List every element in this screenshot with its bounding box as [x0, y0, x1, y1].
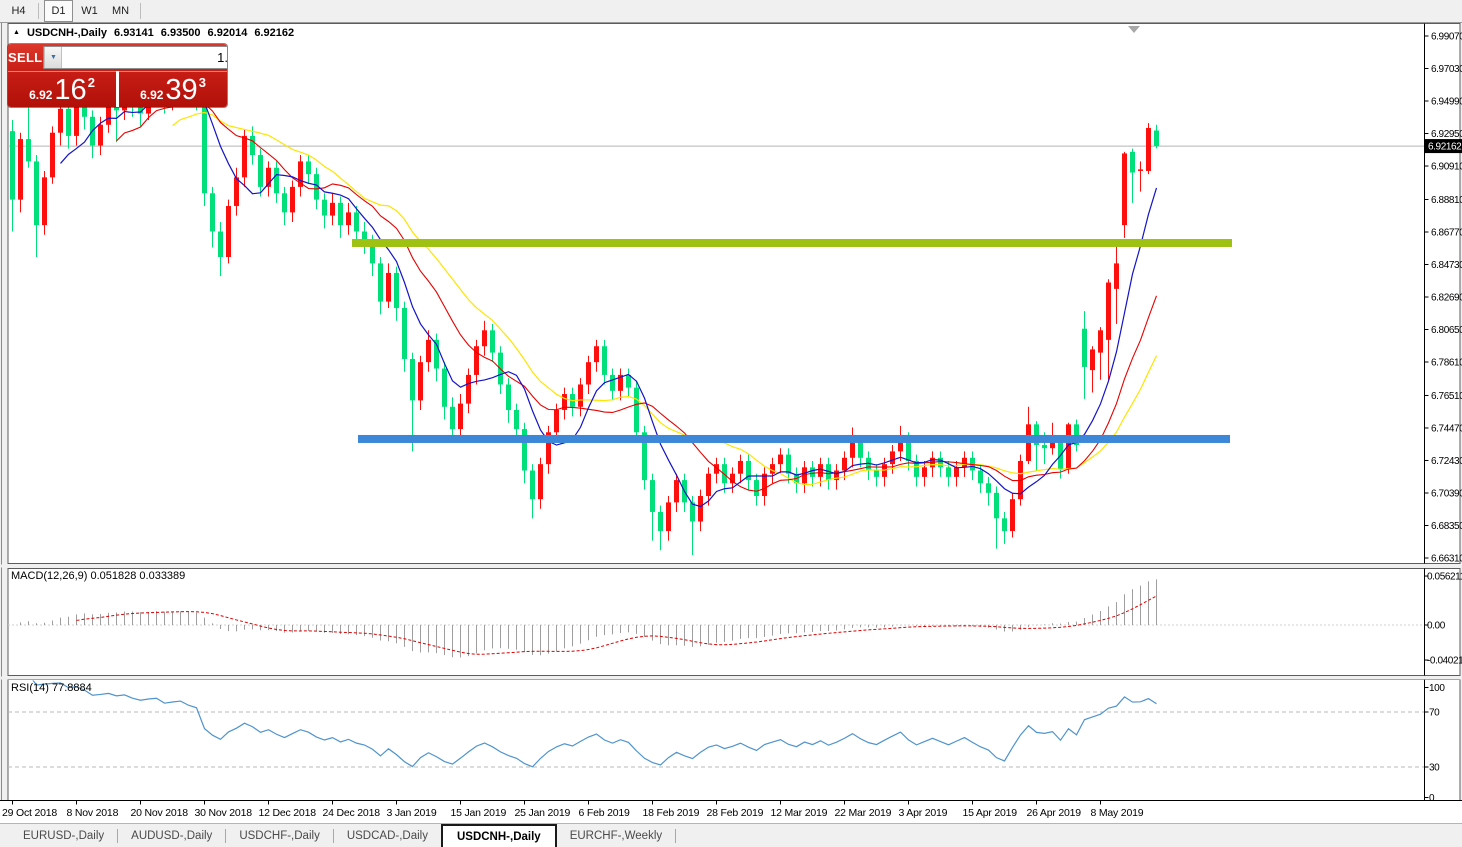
rsi-panel[interactable]: [7, 679, 1461, 801]
price-axis-label: 6.80650: [1431, 325, 1462, 336]
price-axis-label: 6.70390: [1431, 488, 1462, 499]
price-axis-label: 6.78610: [1431, 358, 1462, 369]
tab-usdchf-daily[interactable]: USDCHF-,Daily: [226, 824, 333, 847]
buy-price-button[interactable]: 6.92 39 3: [119, 71, 227, 107]
date-axis-label: 24 Dec 2018: [323, 807, 381, 819]
timeframe-toolbar: H4 D1 W1 MN: [0, 0, 1462, 23]
price-axis-label: 6.66310: [1431, 553, 1462, 564]
volume-input[interactable]: [62, 47, 227, 68]
price-axis-label: 6.97030: [1431, 64, 1462, 75]
ask-price-digits: 39: [165, 73, 198, 106]
panel-splitter-rsi[interactable]: [0, 676, 1462, 680]
date-axis-label: 3 Apr 2019: [899, 807, 948, 819]
volume-decrease-button[interactable]: ▼: [44, 47, 63, 68]
date-axis-label: 29 Oct 2018: [2, 807, 57, 819]
chart-canvas[interactable]: 6.99070 6.97030 6.94990 6.92950 6.90910 6.888…: [0, 23, 1462, 823]
sell-price-button[interactable]: 6.92 16 2: [8, 71, 116, 107]
rsi-axis-label: 30: [1429, 763, 1440, 774]
price-axis-label: 6.74470: [1431, 423, 1462, 434]
ohlc-open: 6.93141: [114, 27, 154, 39]
chart-tab-bar: EURUSD-,Daily AUDUSD-,Daily USDCHF-,Daily U…: [0, 823, 1462, 847]
date-axis-label: 6 Feb 2019: [579, 807, 630, 819]
price-axis-label: 6.76510: [1431, 391, 1462, 402]
toolbar-separator: [38, 3, 39, 19]
price-axis-label: 6.84730: [1431, 260, 1462, 271]
date-axis-label: 8 Nov 2018: [67, 807, 119, 819]
sell-button[interactable]: SELL: [8, 50, 42, 65]
panel-splitter-macd[interactable]: [0, 564, 1462, 568]
tab-usdcnh-daily[interactable]: USDCNH-,Daily: [440, 824, 557, 847]
tab-eurusd-daily[interactable]: EURUSD-,Daily: [10, 824, 117, 847]
date-axis-label: 26 Apr 2019: [1027, 807, 1082, 819]
price-axis-label: 6.68350: [1431, 521, 1462, 532]
price-axis-label: 6.99070: [1431, 32, 1462, 43]
date-axis-label: 15 Apr 2019: [963, 807, 1018, 819]
svg-text:6.92162: 6.92162: [1428, 142, 1462, 153]
price-axis-label: 6.86770: [1431, 227, 1462, 238]
date-axis-label: 18 Feb 2019: [643, 807, 700, 819]
tab-eurchf-weekly[interactable]: EURCHF-,Weekly: [557, 824, 675, 847]
rsi-label: RSI(14) 77.8884: [11, 682, 92, 694]
date-axis-label: 8 May 2019: [1091, 807, 1144, 819]
date-axis-label: 3 Jan 2019: [387, 807, 437, 819]
date-axis-label: 22 Mar 2019: [835, 807, 892, 819]
bid-price-prefix: 6.92: [29, 87, 53, 102]
tab-usdcad-daily[interactable]: USDCAD-,Daily: [334, 824, 441, 847]
ohlc-low: 6.92014: [207, 27, 248, 39]
price-axis-label: 6.92950: [1431, 129, 1462, 140]
rsi-axis-label: 100: [1429, 683, 1445, 694]
support-line-object[interactable]: [358, 434, 1230, 443]
macd-axis-label: -0.040218: [1427, 656, 1462, 667]
date-axis-label: 25 Jan 2019: [515, 807, 571, 819]
ohlc-high: 6.93500: [160, 27, 201, 39]
bid-price-pip: 2: [87, 75, 95, 90]
macd-axis-label: 0.056211: [1427, 572, 1462, 583]
tab-audusd-daily[interactable]: AUDUSD-,Daily: [118, 824, 225, 847]
rsi-axis-label: 70: [1429, 708, 1440, 719]
price-axis-label: 6.82690: [1431, 292, 1462, 303]
resistance-line-object[interactable]: [352, 238, 1232, 247]
date-axis-label: 28 Feb 2019: [707, 807, 764, 819]
date-axis-label: 12 Dec 2018: [259, 807, 317, 819]
chart-title: ▲ USDCNH-,Daily 6.93141 6.93500 6.92014 …: [13, 27, 294, 39]
ask-price-prefix: 6.92: [140, 87, 164, 102]
date-axis-label: 15 Jan 2019: [451, 807, 507, 819]
date-axis-label: 30 Nov 2018: [195, 807, 253, 819]
volume-stepper: ▼ ▲: [43, 46, 227, 69]
timeframe-button-w1[interactable]: W1: [75, 0, 104, 22]
macd-panel[interactable]: [7, 568, 1461, 676]
bid-price-digits: 16: [54, 73, 87, 106]
timeframe-button-d1[interactable]: D1: [44, 0, 73, 22]
collapse-panel-icon[interactable]: ▲: [13, 29, 20, 36]
ohlc-close: 6.92162: [254, 27, 295, 39]
timeframe-button-h4[interactable]: H4: [4, 0, 33, 22]
price-axis-label: 6.72430: [1431, 456, 1462, 467]
chart-symbol-timeframe: USDCNH-,Daily: [26, 27, 108, 39]
price-axis-label: 6.94990: [1431, 97, 1462, 108]
one-click-trade-panel: SELL ▼ ▲ BUY 6.92 16 2 6.92 39 3: [8, 44, 227, 107]
rsi-axis-label: 0: [1429, 793, 1435, 804]
tab-separator: [675, 829, 677, 843]
macd-axis-label: 0.00: [1427, 621, 1446, 632]
date-axis-label: 20 Nov 2018: [131, 807, 189, 819]
price-axis-label: 6.90910: [1431, 162, 1462, 173]
timeframe-button-mn[interactable]: MN: [106, 0, 135, 22]
price-axis-label: 6.88810: [1431, 195, 1462, 206]
macd-label: MACD(12,26,9) 0.051828 0.033389: [11, 570, 186, 582]
toolbar-separator: [140, 3, 141, 19]
ask-price-pip: 3: [198, 75, 206, 90]
date-axis-label: 12 Mar 2019: [771, 807, 828, 819]
mt4-chart-window: H4 D1 W1 MN 6.99070 6.97030 6.94990 6.92950 6.9…: [0, 0, 1462, 847]
